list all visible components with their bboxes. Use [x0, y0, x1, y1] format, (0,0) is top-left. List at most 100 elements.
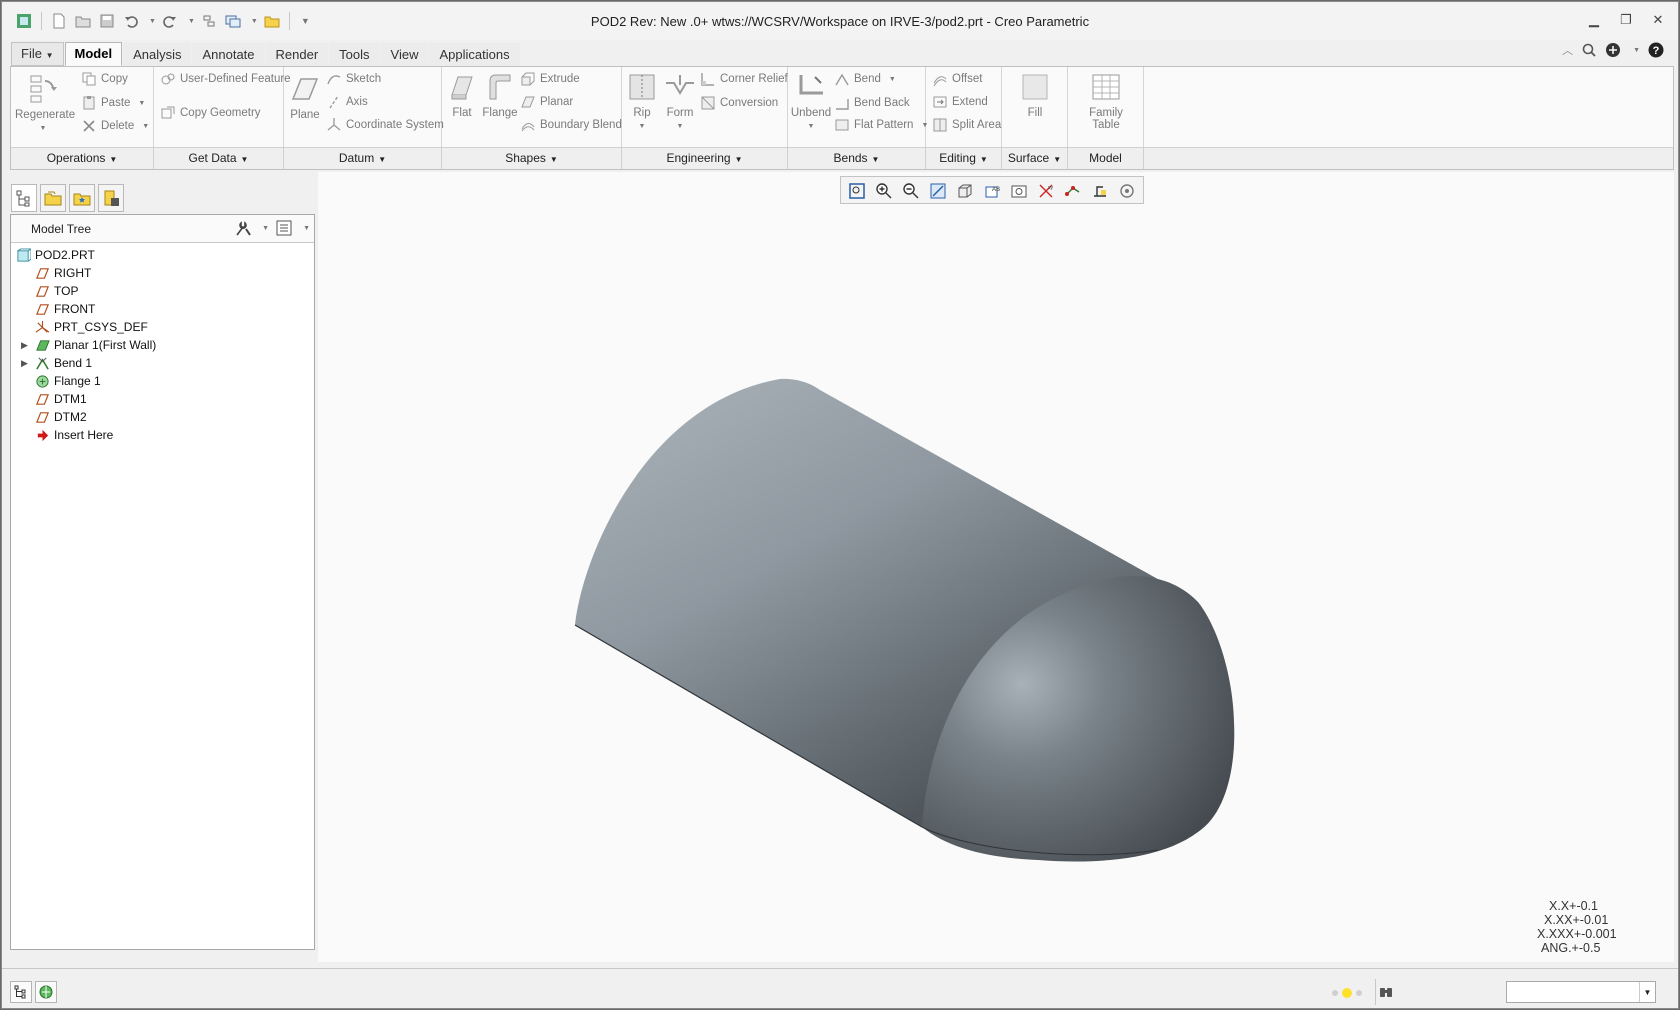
extrude-button[interactable]: Extrude	[520, 71, 580, 87]
group-datum: Plane Sketch Axis Coordinate System	[284, 67, 444, 147]
regenerate-button[interactable]: Regenerate ▼	[15, 73, 75, 133]
family-table-label-line1: Family	[1089, 107, 1123, 119]
graphics-window[interactable]: AB xy X.X+-0.1 X.XX+-0.01 X.XXX+-0.001 A…	[318, 172, 1674, 962]
planar-button[interactable]: Planar	[520, 94, 573, 110]
model-tree-tab[interactable]	[11, 184, 37, 212]
tab-render[interactable]: Render	[265, 43, 329, 66]
delete-label: Delete	[101, 120, 135, 132]
chevron-down-icon: ▼	[638, 123, 646, 130]
maximize-icon[interactable]: ❐	[1616, 10, 1636, 30]
show-browser-button[interactable]	[35, 981, 57, 1003]
folder-browser-tab[interactable]	[40, 184, 66, 212]
plane-button[interactable]: Plane	[286, 73, 324, 121]
tree-item-dtm1[interactable]: DTM1	[11, 390, 314, 408]
tree-settings-dropdown-icon[interactable]: ▼	[262, 225, 269, 232]
help-icon[interactable]: ?	[1648, 42, 1664, 58]
group-label-editing[interactable]: Editing ▼	[926, 147, 1002, 169]
collapse-ribbon-icon[interactable]: ︿	[1562, 42, 1573, 58]
tree-item-flange-1[interactable]: Flange 1	[11, 372, 314, 390]
datum-plane-big-icon	[291, 78, 319, 100]
tree-item-label: Flange 1	[54, 374, 101, 388]
group-label-engineering[interactable]: Engineering ▼	[622, 147, 788, 169]
planar-wall-icon	[36, 339, 50, 351]
learning-dropdown-icon[interactable]: ▼	[1633, 47, 1640, 54]
search-icon[interactable]	[1581, 42, 1597, 58]
flange-button[interactable]: Flange	[482, 71, 518, 119]
show-navigator-button[interactable]	[10, 981, 32, 1003]
tree-item-part[interactable]: POD2.PRT	[11, 246, 314, 264]
fill-button[interactable]: Fill	[1012, 71, 1058, 119]
split-area-button[interactable]: Split Area	[932, 117, 1001, 133]
expand-arrow-icon[interactable]: ▶	[21, 340, 31, 351]
conversion-button[interactable]: Conversion	[700, 95, 778, 111]
group-surface: Fill	[1002, 67, 1068, 147]
model-tree-tools: ▼ ▼	[234, 219, 310, 237]
group-label-datum[interactable]: Datum ▼	[284, 147, 442, 169]
browser-icon	[39, 985, 53, 999]
group-label-shapes[interactable]: Shapes ▼	[442, 147, 622, 169]
tab-model[interactable]: Model	[64, 42, 123, 66]
flat-pattern-icon	[835, 119, 849, 131]
user-defined-feature-button[interactable]: User-Defined Feature	[160, 71, 291, 87]
bend-button[interactable]: Bend ▼	[834, 71, 896, 87]
paste-dropdown-icon[interactable]: ▼	[138, 100, 145, 107]
tab-tools[interactable]: Tools	[329, 43, 380, 66]
tree-item-csys[interactable]: PRT_CSYS_DEF	[11, 318, 314, 336]
tree-columns-dropdown-icon[interactable]: ▼	[303, 225, 310, 232]
status-light-icon	[1342, 988, 1352, 998]
tab-view[interactable]: View	[380, 43, 429, 66]
delete-button[interactable]: Delete ▼	[81, 118, 149, 134]
extend-button[interactable]: Extend	[932, 94, 988, 110]
favorites-tab[interactable]	[69, 184, 95, 212]
tree-item-front[interactable]: FRONT	[11, 300, 314, 318]
copy-button[interactable]: Copy	[81, 71, 128, 87]
bend-dropdown-icon[interactable]: ▼	[889, 76, 896, 83]
tab-annotate[interactable]: Annotate	[192, 43, 265, 66]
group-label-operations[interactable]: Operations ▼	[11, 147, 154, 169]
corner-relief-button[interactable]: Corner Relief	[700, 71, 788, 87]
tree-settings-icon[interactable]	[234, 219, 252, 237]
tree-item-insert-here[interactable]: Insert Here	[11, 426, 314, 444]
group-label-bends[interactable]: Bends ▼	[788, 147, 926, 169]
find-button[interactable]	[1375, 981, 1397, 1003]
group-label-get-data[interactable]: Get Data ▼	[154, 147, 284, 169]
tab-applications[interactable]: Applications	[429, 43, 520, 66]
learning-connector-icon[interactable]	[1605, 42, 1621, 58]
tree-item-dtm2[interactable]: DTM2	[11, 408, 314, 426]
copy-geometry-button[interactable]: Copy Geometry	[160, 105, 261, 121]
flat-button[interactable]: Flat	[444, 71, 480, 119]
datum-plane-icon	[35, 267, 50, 279]
rip-button[interactable]: Rip ▼	[624, 71, 660, 131]
tree-item-planar-1[interactable]: ▶ Planar 1(First Wall)	[11, 336, 314, 354]
coordinate-system-button[interactable]: Coordinate System	[326, 117, 444, 133]
tree-item-top[interactable]: TOP	[11, 282, 314, 300]
navigator-tabs	[11, 184, 124, 212]
unbend-button[interactable]: Unbend ▼	[790, 71, 832, 131]
bend-back-button[interactable]: Bend Back	[834, 95, 910, 111]
tab-analysis[interactable]: Analysis	[123, 43, 192, 66]
group-label-surface[interactable]: Surface ▼	[1002, 147, 1068, 169]
selection-filter-select[interactable]: ▼	[1506, 981, 1656, 1003]
flat-wall-icon	[451, 76, 473, 100]
flat-pattern-button[interactable]: Flat Pattern ▼	[834, 117, 928, 133]
family-table-button[interactable]: Family Table	[1078, 71, 1134, 131]
group-operations: Regenerate ▼ Copy Paste ▼ Delete ▼	[11, 67, 154, 147]
server-manager-tab[interactable]	[98, 184, 124, 212]
paste-button[interactable]: Paste ▼	[81, 95, 145, 111]
tree-item-bend-1[interactable]: ▶ Bend 1	[11, 354, 314, 372]
boundary-blend-button[interactable]: Boundary Blend	[520, 117, 622, 133]
tree-item-right[interactable]: RIGHT	[11, 264, 314, 282]
sketch-button[interactable]: Sketch	[326, 71, 381, 87]
group-label-model-intent[interactable]: Model Intent▼	[1068, 147, 1144, 187]
axis-button[interactable]: Axis	[326, 94, 368, 110]
expand-arrow-icon[interactable]: ▶	[21, 358, 31, 369]
sheetmetal-pod-model[interactable]	[318, 172, 1674, 962]
offset-button[interactable]: Offset	[932, 71, 982, 87]
tab-file[interactable]: File ▼	[11, 42, 64, 66]
delete-dropdown-icon[interactable]: ▼	[142, 123, 149, 130]
tree-columns-icon[interactable]	[275, 219, 293, 237]
minimize-icon[interactable]: ▁	[1584, 10, 1604, 30]
close-icon[interactable]: ✕	[1648, 10, 1668, 30]
model-tree-header: Model Tree ▼ ▼	[11, 215, 314, 243]
form-button[interactable]: Form ▼	[662, 71, 698, 131]
